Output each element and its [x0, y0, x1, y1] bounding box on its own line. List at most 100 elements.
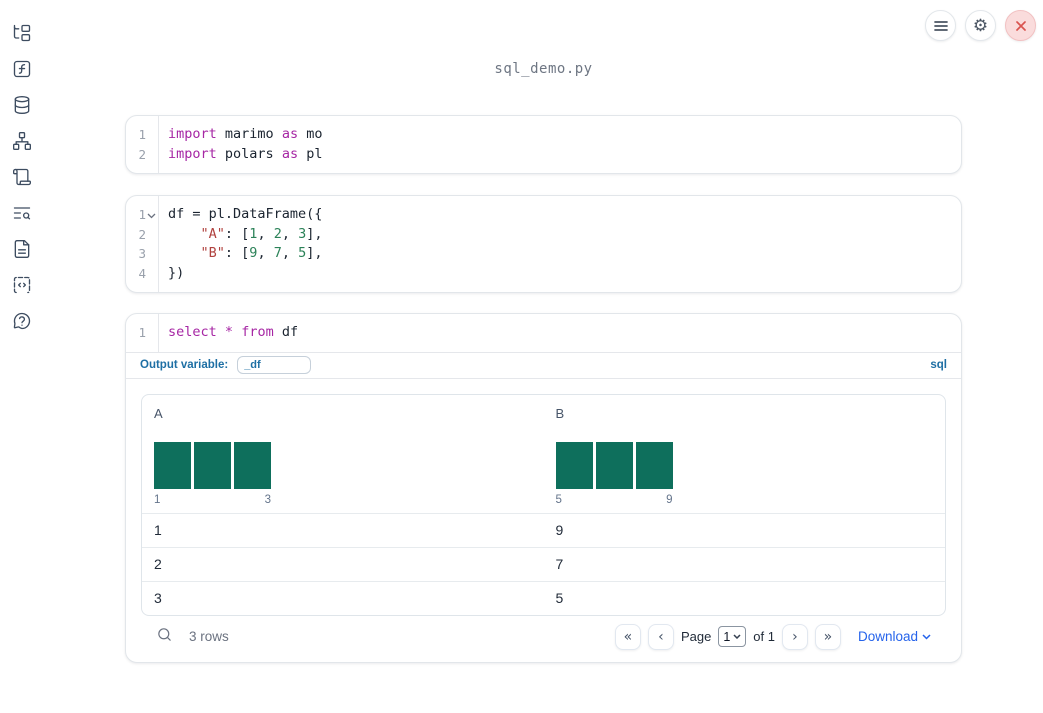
page-label: Page — [680, 629, 712, 644]
line-number: 1 — [126, 205, 158, 225]
line-number: 4 — [138, 265, 146, 281]
search-icon[interactable] — [156, 626, 173, 648]
chevrons-right-icon: » — [823, 628, 833, 645]
table-footer: 3 rows « ‹ Page 1 of 1 › » Download — [141, 616, 946, 662]
helper-panel-rail — [0, 0, 44, 713]
shutdown-button[interactable] — [1005, 10, 1036, 41]
code-line[interactable]: import marimo as mo — [168, 125, 961, 145]
line-number: 2 — [138, 226, 146, 242]
output-variable-label: Output variable: — [140, 359, 229, 371]
line-number: 1 — [138, 325, 146, 340]
histogram-bar[interactable] — [555, 441, 593, 489]
histogram-bar[interactable] — [194, 441, 231, 489]
sql-cell-toolbar: Output variable: sql — [126, 353, 961, 379]
table-cell: 7 — [555, 555, 564, 572]
code-line[interactable]: select * from df — [168, 323, 961, 343]
document-icon[interactable] — [11, 239, 33, 259]
code-cell-imports[interactable]: 1 2 import marimo as mo import polars as p… — [125, 115, 962, 174]
hist-min-label: 1 — [154, 493, 161, 506]
chevron-right-icon: › — [792, 628, 798, 645]
sql-editor[interactable]: 1 select * from df — [126, 314, 961, 353]
code-line[interactable]: df = pl.DataFrame({ — [168, 205, 961, 225]
page-total-label: of 1 — [753, 629, 775, 644]
gear-icon: ⚙ — [972, 16, 989, 35]
table-cell: 3 — [154, 589, 162, 606]
histogram-bar[interactable] — [154, 441, 191, 489]
database-icon[interactable] — [11, 95, 33, 115]
code-content[interactable]: select * from df — [159, 314, 961, 352]
column-histogram[interactable] — [555, 441, 934, 489]
sql-cell[interactable]: 1 select * from df Output variable: sql … — [125, 313, 962, 663]
column-header-b[interactable]: B 5 9 — [544, 395, 946, 513]
histogram-ticks: 5 9 — [556, 494, 673, 507]
first-page-button[interactable]: « — [614, 623, 641, 650]
help-bubble-icon[interactable] — [11, 311, 33, 331]
line-number-gutter: 12 3 4 — [126, 196, 159, 292]
fold-chevron-icon[interactable] — [147, 213, 156, 219]
column-name: B — [555, 405, 565, 421]
row-count: 3 rows — [189, 629, 229, 644]
code-cell-dataframe[interactable]: 12 3 4 df = pl.DataFrame({ "A": [1, 2, 3],… — [125, 195, 962, 293]
chevron-down-icon — [733, 634, 741, 639]
line-number: 3 — [138, 246, 146, 261]
cell-output: A 1 3 B 5 9 1 9 2 7 3 5 3 rows « ‹ Page … — [126, 379, 961, 662]
dataframe-table: A 1 3 B 5 9 1 9 2 7 3 5 — [141, 393, 946, 616]
table-row[interactable]: 27 — [142, 548, 945, 582]
line-number: 1 — [138, 127, 146, 142]
menu-button[interactable] — [925, 10, 956, 41]
line-number-gutter: 1 — [126, 314, 159, 352]
code-content[interactable]: df = pl.DataFrame({ "A": [1, 2, 3], "B":… — [159, 196, 961, 292]
table-row[interactable]: 19 — [142, 514, 945, 548]
next-page-button[interactable]: › — [781, 623, 808, 650]
histogram-ticks: 1 3 — [154, 494, 271, 507]
menu-icon — [933, 20, 948, 31]
hist-min-label: 5 — [555, 493, 562, 506]
page-select[interactable]: 1 — [718, 626, 747, 647]
table-cell: 2 — [154, 555, 162, 572]
download-label: Download — [857, 629, 918, 644]
table-header: A 1 3 B 5 9 — [142, 395, 945, 514]
hist-max-label: 9 — [666, 493, 673, 506]
file-tree-icon[interactable] — [11, 23, 33, 43]
code-line[interactable]: }) — [168, 264, 961, 284]
pagination: « ‹ Page 1 of 1 › » Download — [614, 623, 931, 650]
dependency-graph-icon[interactable] — [11, 131, 33, 151]
cell-list: 12 import marimo as mo import polars as p… — [125, 115, 962, 663]
code-line[interactable]: "A": [1, 2, 3], — [168, 225, 961, 245]
code-editor[interactable]: 12 3 4 df = pl.DataFrame({ "A": [1, 2, 3],… — [126, 196, 961, 292]
text-search-icon[interactable] — [11, 203, 33, 223]
column-header-a[interactable]: A 1 3 — [142, 395, 544, 513]
notebook-controls: ⚙ — [925, 10, 1036, 41]
hist-max-label: 3 — [264, 493, 271, 506]
last-page-button[interactable]: » — [814, 623, 841, 650]
chevron-down-icon — [922, 633, 931, 640]
histogram-bar[interactable] — [635, 441, 673, 489]
function-square-icon[interactable] — [11, 59, 33, 79]
column-histogram[interactable] — [154, 441, 532, 489]
table-cell: 1 — [154, 521, 162, 538]
code-snippets-icon[interactable] — [11, 275, 33, 295]
notebook-filename: sql_demo.py — [494, 61, 593, 77]
line-number: 2 — [138, 146, 146, 162]
page-select-value: 1 — [723, 629, 731, 644]
download-button[interactable]: Download — [858, 629, 931, 644]
code-content[interactable]: import marimo as mo import polars as pl — [159, 116, 961, 173]
histogram-bar[interactable] — [234, 441, 271, 489]
code-line[interactable]: import polars as pl — [168, 145, 961, 165]
chevron-left-icon: ‹ — [658, 628, 664, 645]
scroll-icon[interactable] — [11, 167, 33, 187]
table-cell: 9 — [555, 521, 564, 538]
table-cell: 5 — [555, 589, 564, 606]
histogram-bar[interactable] — [595, 441, 633, 489]
prev-page-button[interactable]: ‹ — [647, 623, 674, 650]
language-badge[interactable]: sql — [930, 359, 947, 371]
table-row[interactable]: 35 — [142, 582, 945, 615]
code-line[interactable]: "B": [9, 7, 5], — [168, 244, 961, 264]
chevrons-left-icon: « — [623, 628, 633, 645]
column-name: A — [154, 405, 163, 421]
code-editor[interactable]: 1 2 import marimo as mo import polars as p… — [126, 116, 961, 173]
output-variable-input[interactable] — [237, 356, 312, 374]
table-body: 192735 — [142, 514, 945, 615]
close-icon — [1015, 20, 1026, 31]
settings-button[interactable]: ⚙ — [965, 10, 996, 41]
